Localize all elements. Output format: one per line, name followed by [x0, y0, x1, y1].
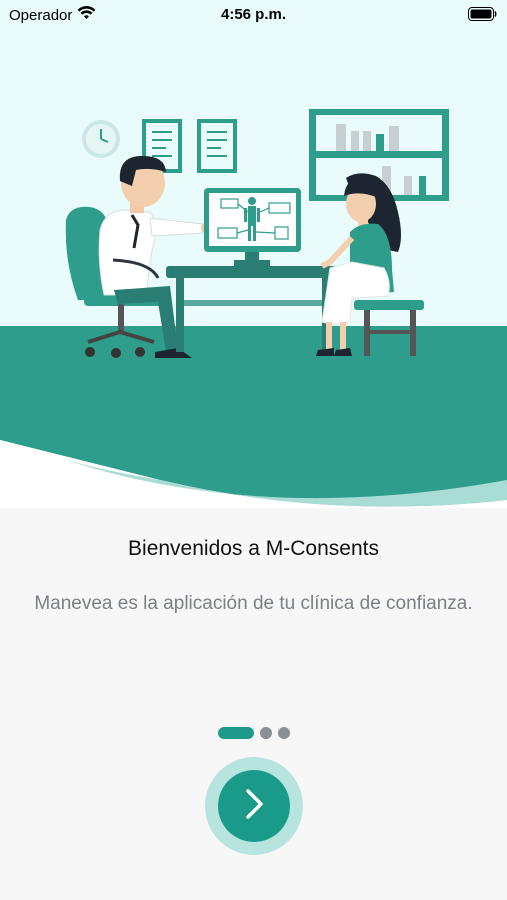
next-button-halo — [205, 757, 303, 855]
hero-illustration — [0, 0, 507, 508]
status-time: 4:56 p.m. — [220, 6, 287, 23]
page-dot-2[interactable] — [259, 727, 272, 739]
next-button[interactable] — [218, 770, 290, 842]
doctor-patient-illustration — [0, 109, 507, 508]
clock-icon — [82, 120, 120, 158]
page-dot-3[interactable] — [277, 727, 290, 739]
page-indicator — [0, 727, 507, 739]
status-bar: Operador 4:56 p.m. — [0, 0, 507, 30]
welcome-title: Bienvenidos a M-Consents — [128, 537, 379, 560]
welcome-subtitle: Manevea es la aplicación de tu clínica d… — [34, 593, 473, 614]
chevron-right-icon — [241, 787, 267, 826]
page-dot-1[interactable] — [217, 727, 254, 739]
battery-icon — [468, 7, 497, 26]
